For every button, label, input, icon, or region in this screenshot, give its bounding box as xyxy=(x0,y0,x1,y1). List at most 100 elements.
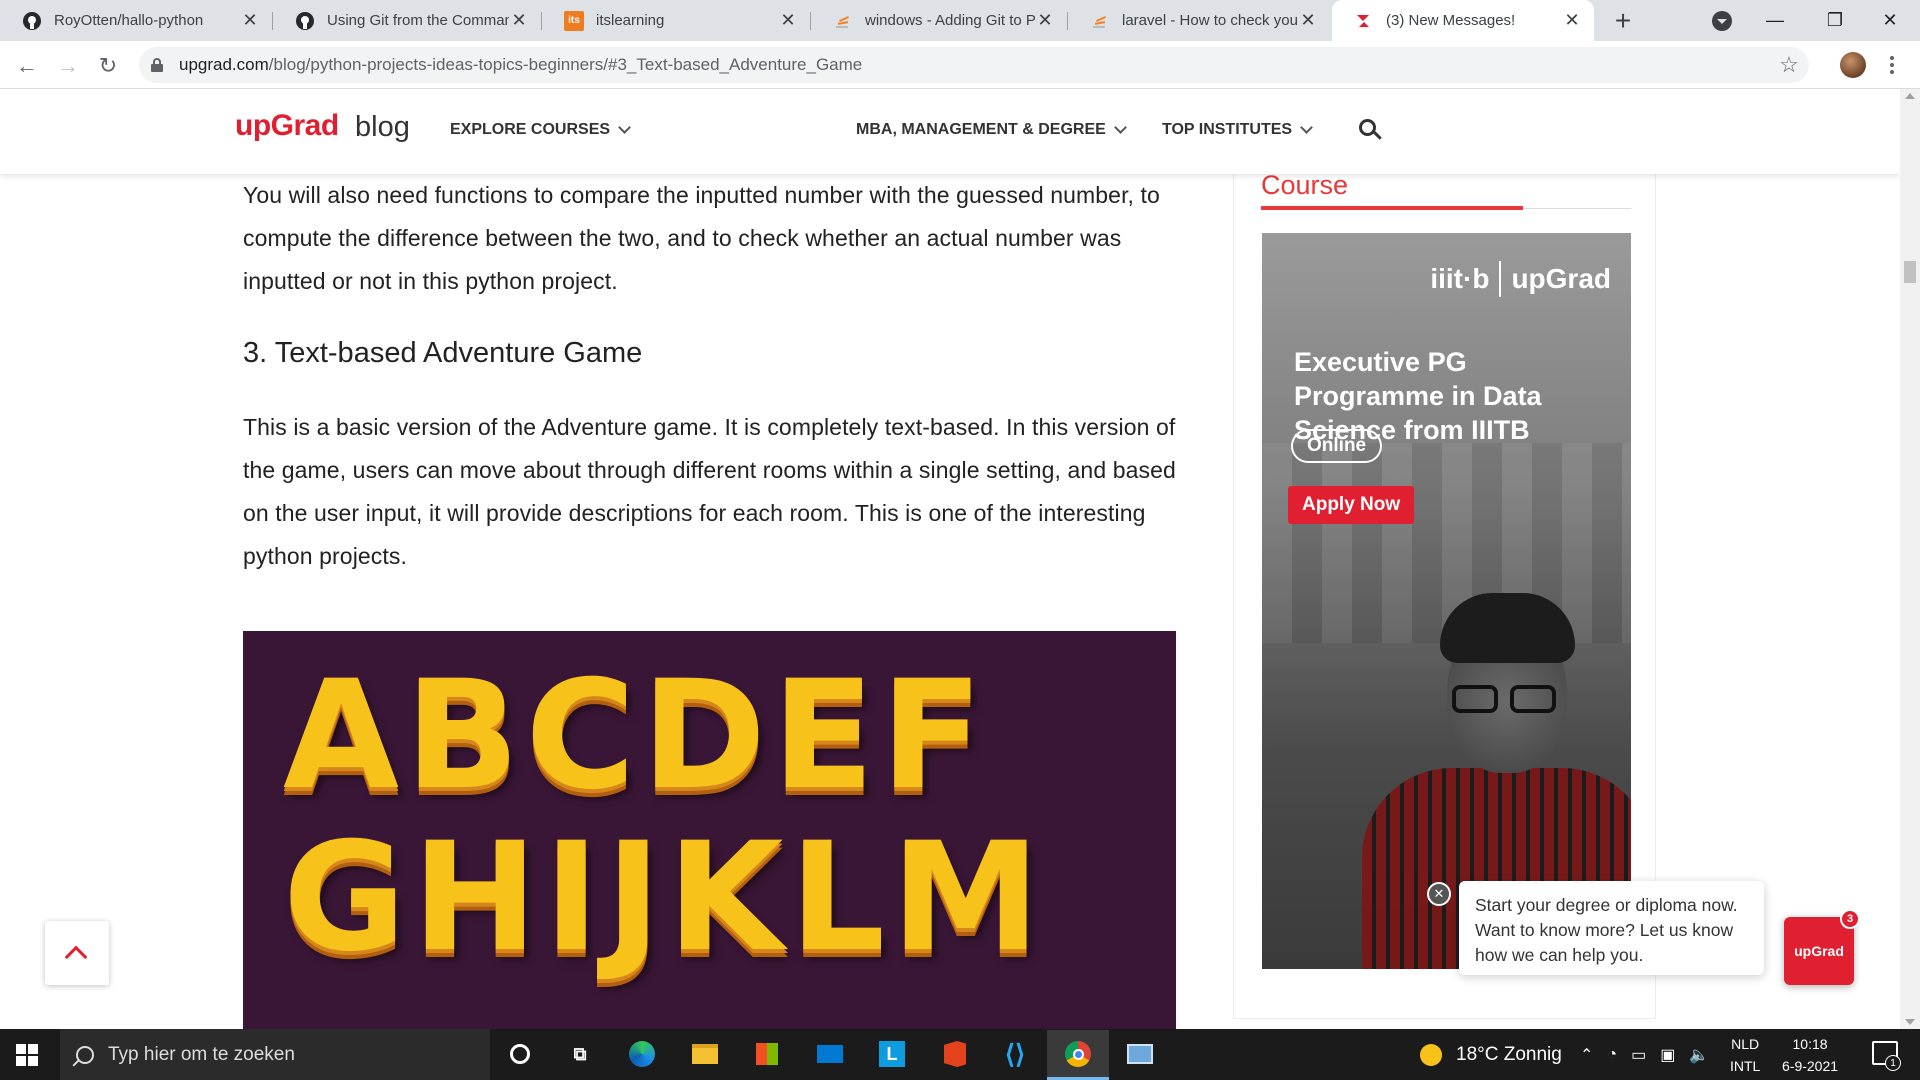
browser-menu-icon[interactable] xyxy=(1882,51,1902,79)
tab-search-icon[interactable] xyxy=(1712,11,1732,31)
stackoverflow-icon xyxy=(1090,11,1110,31)
edge-icon[interactable] xyxy=(627,1039,657,1069)
url-text[interactable]: upgrad.com/blog/python-projects-ideas-to… xyxy=(179,55,862,75)
browser-toolbar: ← → ↻ upgrad.com/blog/python-projects-id… xyxy=(0,41,1920,89)
iiitb-logo-icon: iiit·b xyxy=(1430,263,1490,294)
github-icon xyxy=(295,11,315,31)
online-badge: Online xyxy=(1291,429,1383,463)
store-icon[interactable] xyxy=(752,1039,782,1069)
restore-icon[interactable]: ❐ xyxy=(1805,0,1865,41)
image-letters-row: GHIJKLM xyxy=(283,811,1047,985)
chevron-down-icon xyxy=(1113,121,1127,134)
vscode-icon[interactable]: ⟨⟩ xyxy=(1000,1039,1030,1069)
file-explorer-icon[interactable] xyxy=(690,1039,720,1069)
scroll-to-top-button[interactable] xyxy=(45,921,109,985)
close-icon[interactable]: ✕ xyxy=(1562,10,1582,31)
profile-avatar[interactable] xyxy=(1840,52,1866,78)
chat-prompt[interactable]: Start your degree or diploma now. Want t… xyxy=(1459,881,1764,975)
sidebar-title: Course xyxy=(1261,170,1349,200)
weather-widget[interactable]: 18°C Zonnig xyxy=(1420,1029,1562,1080)
windows-start-icon[interactable] xyxy=(16,1044,38,1066)
nav-explore-courses[interactable]: EXPLORE COURSES xyxy=(450,121,631,139)
chat-close-icon[interactable]: ✕ xyxy=(1427,882,1451,906)
scrollbar-thumb[interactable] xyxy=(1904,261,1916,283)
remote-desktop-icon[interactable] xyxy=(1125,1039,1155,1069)
upgrad-logo[interactable]: upGrad xyxy=(235,109,339,143)
tab-3[interactable]: its itslearning ✕ xyxy=(542,0,810,41)
volume-icon[interactable]: 🔈 xyxy=(1689,1045,1709,1065)
forward-arrow-icon[interactable]: → xyxy=(55,53,81,79)
tab-title: itslearning xyxy=(596,12,665,29)
close-icon[interactable]: ✕ xyxy=(778,10,798,31)
close-icon[interactable]: ✕ xyxy=(1298,10,1318,31)
intro-paragraph: You will also need functions to compare … xyxy=(243,182,1160,294)
scroll-up-icon[interactable] xyxy=(1905,93,1915,99)
weather-text: 18°C Zonnig xyxy=(1456,1043,1562,1065)
stackoverflow-icon xyxy=(833,11,853,31)
search-placeholder: Typ hier om te zoeken xyxy=(108,1043,295,1065)
office-icon[interactable] xyxy=(940,1039,970,1069)
clock[interactable]: 10:18 6-9-2021 xyxy=(1782,1029,1838,1080)
sun-icon xyxy=(1420,1043,1442,1066)
new-tab-button[interactable]: + xyxy=(1608,5,1638,36)
page-scrollbar[interactable] xyxy=(1900,89,1920,1029)
bookmark-star-icon[interactable]: ☆ xyxy=(1769,47,1809,83)
browser-tab-bar: RoyOtten/hallo-python ✕ Using Git from t… xyxy=(0,0,1920,41)
web-page: upGrad blog EXPLORE COURSES MBA, MANAGEM… xyxy=(0,89,1900,1029)
address-bar[interactable]: upgrad.com/blog/python-projects-ideas-to… xyxy=(139,47,1809,83)
clock-date: 6-9-2021 xyxy=(1782,1057,1839,1074)
notification-count-badge: 1 xyxy=(1885,1055,1901,1071)
close-icon[interactable]: ✕ xyxy=(1035,10,1055,31)
mail-icon[interactable] xyxy=(815,1039,845,1069)
tab-title: (3) New Messages! xyxy=(1386,12,1516,29)
image-letters-row: ABCDEF xyxy=(283,649,989,823)
tab-4[interactable]: windows - Adding Git to PA ✕ xyxy=(811,0,1067,41)
blog-label[interactable]: blog xyxy=(355,111,410,144)
chat-launcher-label: upGrad xyxy=(1794,943,1844,959)
reload-icon[interactable]: ↻ xyxy=(95,53,121,79)
chevron-down-icon xyxy=(618,121,631,134)
keyboard-layout: INTL xyxy=(1730,1057,1761,1074)
close-window-icon[interactable]: ✕ xyxy=(1860,0,1920,41)
nav-top-institutes[interactable]: TOP INSTITUTES xyxy=(1162,121,1313,139)
nav-mba-management-degree[interactable]: MBA, MANAGEMENT & DEGREE xyxy=(856,121,1127,139)
lock-icon[interactable] xyxy=(151,58,163,72)
taskbar-search[interactable]: Typ hier om te zoeken xyxy=(60,1029,490,1080)
apply-now-button[interactable]: Apply Now xyxy=(1288,486,1415,524)
tab-5[interactable]: laravel - How to check your ✕ xyxy=(1068,0,1330,41)
minimize-icon[interactable]: — xyxy=(1745,0,1805,41)
clock-time: 10:18 xyxy=(1792,1035,1828,1052)
scroll-down-icon[interactable] xyxy=(1905,1019,1915,1025)
tab-title: windows - Adding Git to PA xyxy=(865,12,1035,29)
search-icon[interactable] xyxy=(1359,119,1382,143)
close-icon[interactable]: ✕ xyxy=(509,10,529,31)
chat-launcher-button[interactable]: upGrad 3 xyxy=(1784,909,1860,985)
battery-icon[interactable]: ▭ xyxy=(1631,1045,1646,1065)
nav-label: EXPLORE COURSES xyxy=(450,121,611,138)
chevron-up-icon[interactable]: ⌃ xyxy=(1580,1045,1593,1065)
language-indicator[interactable]: NLD INTL xyxy=(1730,1029,1760,1080)
back-arrow-icon[interactable]: ← xyxy=(14,53,40,79)
tab-2[interactable]: Using Git from the Comman ✕ xyxy=(273,0,541,41)
display-icon[interactable]: ▣ xyxy=(1660,1045,1675,1065)
task-view-icon[interactable]: ⧉ xyxy=(565,1039,595,1069)
lync-icon[interactable]: L xyxy=(877,1039,907,1069)
course-ad-banner[interactable]: iiit·b upGrad Executive PG Programme in … xyxy=(1262,233,1631,969)
ad-logos: iiit·b upGrad xyxy=(1430,261,1611,297)
chevron-up-icon xyxy=(64,945,88,969)
network-icon[interactable]: ◔ xyxy=(1607,1046,1617,1064)
search-icon xyxy=(76,1045,94,1064)
close-icon[interactable]: ✕ xyxy=(240,10,260,31)
upgrad-icon xyxy=(1354,11,1374,31)
cortana-icon[interactable] xyxy=(505,1039,535,1069)
unread-count-badge: 3 xyxy=(1840,909,1860,929)
tab-title: Using Git from the Comman xyxy=(327,12,509,29)
tab-6-active[interactable]: (3) New Messages! ✕ xyxy=(1332,0,1594,41)
body-paragraph: This is a basic version of the Adventure… xyxy=(243,414,1176,569)
tab-1[interactable]: RoyOtten/hallo-python ✕ xyxy=(0,0,272,41)
chevron-down-icon xyxy=(1300,121,1313,134)
chrome-icon[interactable] xyxy=(1063,1039,1093,1069)
nav-label: TOP INSTITUTES xyxy=(1162,121,1293,138)
windows-taskbar: Typ hier om te zoeken ⧉ L ⟨⟩ 18°C Zonnig… xyxy=(0,1029,1920,1080)
ad-brand: upGrad xyxy=(1511,263,1611,294)
